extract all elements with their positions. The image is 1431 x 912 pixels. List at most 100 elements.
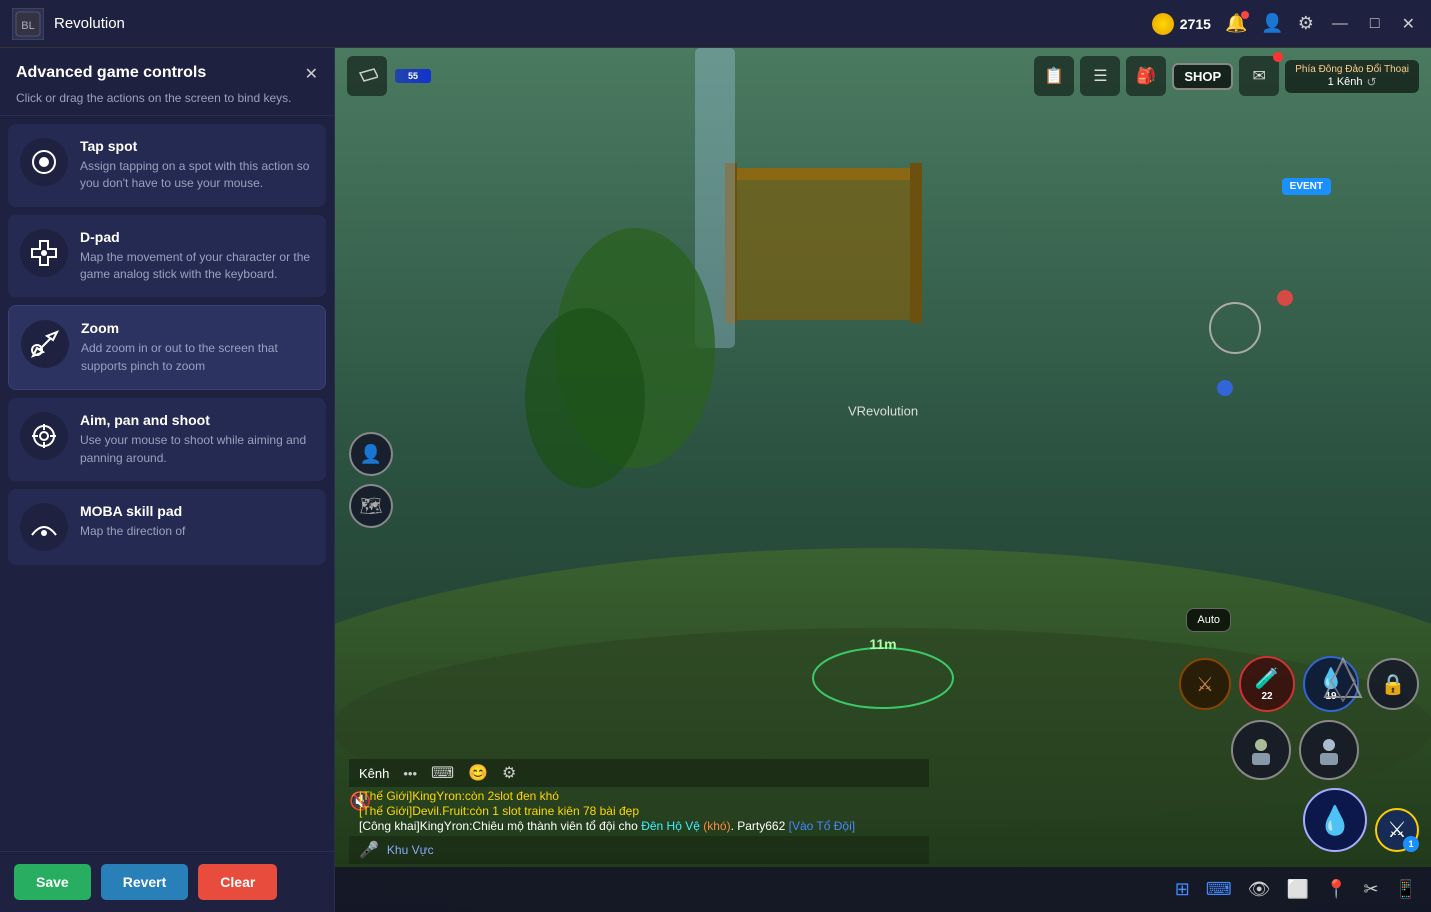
left-hud-icon1[interactable]: 👤 [349,432,393,476]
game-menu-icon[interactable] [347,56,387,96]
toolbar-resize-icon[interactable]: ⬜ [1287,879,1309,900]
channel-value: 1 Kênh [1328,76,1363,88]
chat-input-bar: 🎤 Khu Vực [349,836,929,864]
toolbar-phone-icon[interactable]: 📱 [1395,879,1417,900]
control-item-dpad[interactable]: D-pad Map the movement of your character… [8,215,326,298]
game-area: 55 📋 ☰ 🎒 SHOP ✉ Phía Đông Đảo Đổi Thoại … [335,48,1431,912]
hud-portrait[interactable]: ⚔ [1179,658,1231,710]
chat-keyboard-icon[interactable]: ⌨ [431,763,454,783]
toolbar-location-icon[interactable]: 📍 [1325,879,1347,900]
mail-icon[interactable]: ✉ [1239,56,1279,96]
control-item-moba[interactable]: MOBA skill pad Map the direction of [8,489,326,565]
chat-tab[interactable]: Kênh [359,766,389,781]
hud-row-1: ⚔ 🧪 22 💧 19 🔒 [1179,656,1419,712]
settings-icon[interactable]: ⚙ [1298,13,1314,34]
channel-info: Phía Đông Đảo Đổi Thoại 1 Kênh ↺ [1285,60,1419,93]
svg-text:BL: BL [21,20,34,32]
chat-toolbar: Kênh ••• ⌨ 😊 ⚙ [349,759,929,787]
controls-list: Tap spot Assign tapping on a spot with t… [0,116,334,851]
auto-button[interactable]: Auto [1186,608,1231,632]
dpad-name: D-pad [80,229,314,245]
panel-subtitle: Click or drag the actions on the screen … [16,90,318,107]
chat-msg-2-join[interactable]: [Vào Tổ Đội] [789,819,855,833]
panel-close-icon[interactable]: ✕ [305,64,318,84]
tap-spot-text: Tap spot Assign tapping on a spot with t… [80,138,314,193]
zoom-desc: Add zoom in or out to the screen that su… [81,340,313,375]
title-bar: BL Revolution 2715 🔔 👤 ⚙ — □ ✕ [0,0,1431,48]
distance-label: 11m [869,636,896,652]
save-button[interactable]: Save [14,864,91,900]
close-button[interactable]: ✕ [1398,10,1419,38]
toolbar-eye-icon[interactable]: 👁 [1248,879,1271,900]
mic-icon[interactable]: 🎤 [359,840,379,860]
clear-button[interactable]: Clear [198,864,277,900]
tap-spot-icon [20,138,68,186]
toolbar-keyboard-icon[interactable]: ⌨ [1206,879,1232,900]
control-item-tap-spot[interactable]: Tap spot Assign tapping on a spot with t… [8,124,326,207]
hud-skill-hp-wrapper: 🧪 22 [1239,656,1295,712]
title-bar-left: BL Revolution [12,8,125,40]
moba-name: MOBA skill pad [80,503,314,519]
zoom-icon [21,320,69,368]
game-bottom-toolbar: ⊞ ⌨ 👁 ⬜ 📍 ✂ 📱 [335,867,1431,912]
zoom-text: Zoom Add zoom in or out to the screen th… [81,320,313,375]
dpad-icon [20,229,68,277]
aim-text: Aim, pan and shoot Use your mouse to sho… [80,412,314,467]
app-title: Revolution [54,15,125,32]
chat-msg-2: [Công khai]KingYron:Chiêu mộ thành viên … [359,819,919,833]
hud-row-2 [1231,720,1359,780]
control-item-aim[interactable]: Aim, pan and shoot Use your mouse to sho… [8,398,326,481]
player-name: VRevolution [848,403,918,418]
zoom-name: Zoom [81,320,313,336]
game-top-center-icons: 📋 ☰ 🎒 SHOP ✉ Phía Đông Đảo Đổi Thoại 1 K… [1034,56,1419,96]
hud-mini-portrait[interactable] [1231,720,1291,780]
minimize-button[interactable]: — [1328,11,1352,37]
maximize-button[interactable]: □ [1366,11,1384,37]
dpad-desc: Map the movement of your character or th… [80,249,314,284]
control-item-zoom[interactable]: Zoom Add zoom in or out to the screen th… [8,305,326,390]
moba-text: MOBA skill pad Map the direction of [80,503,314,540]
clipboard-icon[interactable]: 📋 [1034,56,1074,96]
title-bar-right: 2715 🔔 👤 ⚙ — □ ✕ [1152,10,1419,38]
hud-skill-hp[interactable]: 🧪 22 [1239,656,1295,712]
toolbar-scissor-icon[interactable]: ✂ [1363,879,1378,900]
hud-portrait-wrapper: ⚔ [1179,658,1231,710]
chat-input-placeholder[interactable]: Khu Vực [387,843,434,857]
hud-big-skill[interactable]: 💧 [1303,788,1367,852]
left-hud-icon2[interactable]: 🗺 [349,484,393,528]
chat-msg-2-difficulty: (khó) [703,819,730,833]
coin-display: 2715 [1152,13,1211,35]
main-layout: Advanced game controls ✕ Click or drag t… [0,48,1431,912]
hp-count: 22 [1261,691,1272,702]
tap-spot-name: Tap spot [80,138,314,154]
hud-row-3: 💧 ⚔ 1 [1303,788,1419,852]
backpack-icon[interactable]: 🎒 [1126,56,1166,96]
channel-refresh-icon[interactable]: ↺ [1367,75,1377,89]
toolbar-gamepad-icon[interactable]: ⊞ [1175,879,1190,900]
revert-button[interactable]: Revert [101,864,189,900]
shop-button[interactable]: SHOP [1172,63,1233,90]
left-panel: Advanced game controls ✕ Click or drag t… [0,48,335,912]
game-background: 55 📋 ☰ 🎒 SHOP ✉ Phía Đông Đảo Đổi Thoại … [335,48,1431,912]
chat-emoji-icon[interactable]: 😊 [468,763,488,783]
hud-skill-lock[interactable]: 🔒 [1367,658,1419,710]
profile-icon[interactable]: 👤 [1261,13,1283,34]
channel-label: Phía Đông Đảo Đổi Thoại [1295,64,1409,75]
chat-msg-2-highlight: Đên Hộ Vệ [641,819,700,833]
chat-settings-icon[interactable]: ⚙ [502,763,516,783]
chat-messages: [Thế Giới]KingYron:còn 2slot đen khó [Th… [349,787,929,836]
panel-header: Advanced game controls ✕ Click or drag t… [0,48,334,116]
chat-more-icon[interactable]: ••• [403,766,417,781]
notification-icon[interactable]: 🔔 [1225,13,1247,34]
menu-lines-icon[interactable]: ☰ [1080,56,1120,96]
left-hud: 👤 🗺 [349,432,393,528]
hud-mini-portrait-2[interactable] [1299,720,1359,780]
app-icon: BL [12,8,44,40]
coin-icon [1152,13,1174,35]
tap-spot-desc: Assign tapping on a spot with this actio… [80,158,314,193]
chat-area: Kênh ••• ⌨ 😊 ⚙ [Thế Giới]KingYron:còn 2s… [349,759,929,864]
skill-badge: 1 [1403,836,1419,852]
aim-icon [20,412,68,460]
coin-value: 2715 [1180,16,1211,32]
dpad-text: D-pad Map the movement of your character… [80,229,314,284]
